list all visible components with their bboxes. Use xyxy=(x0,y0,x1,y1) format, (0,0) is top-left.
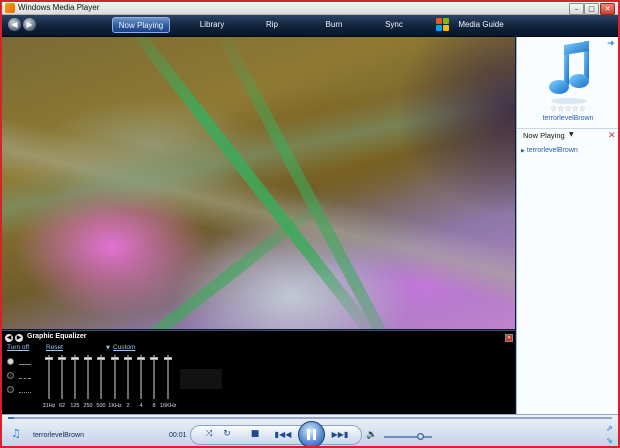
tab-rip[interactable]: Rip xyxy=(258,17,286,33)
now-playing-pane: ➜ ☆☆☆☆☆ terrorlevelBrown Now Playing ▼ ✕… xyxy=(516,37,618,414)
eq-previous-icon[interactable]: ◀ xyxy=(5,334,13,342)
tab-burn[interactable]: Burn xyxy=(318,17,350,33)
chevron-down-icon[interactable]: ▼ xyxy=(569,131,574,138)
viz-shadow xyxy=(395,37,515,217)
music-note-icon: ♫ xyxy=(11,427,21,440)
eq-slider[interactable] xyxy=(164,355,172,399)
divider xyxy=(517,128,618,129)
eq-slider[interactable] xyxy=(84,355,92,399)
forward-arrow-icon[interactable]: ▶ xyxy=(23,18,36,31)
preset-dropdown[interactable]: Custom xyxy=(113,344,135,351)
volume-thumb[interactable] xyxy=(417,433,424,440)
media-player-window: Windows Media Player – □ ✕ ◀ ▶ Now Playi… xyxy=(0,0,620,448)
seek-bar[interactable] xyxy=(8,417,612,419)
eq-mode-icon-2 xyxy=(19,372,31,379)
eq-slider[interactable] xyxy=(45,355,53,399)
repeat-icon[interactable]: ↻ xyxy=(221,428,233,441)
transport-bar: ♫ terrorlevelBrown 00:01 ⤨ ↻ ■ ▮◀◀ ▶▶▮ 🔉… xyxy=(2,414,618,446)
title-bar: Windows Media Player – □ ✕ xyxy=(2,2,618,15)
balance-area xyxy=(180,369,222,389)
chevron-down-icon[interactable]: ▼ xyxy=(106,345,110,351)
reset-link[interactable]: Reset xyxy=(46,344,63,351)
volume-slider[interactable] xyxy=(384,433,432,440)
eq-slider[interactable] xyxy=(111,355,119,399)
stop-icon[interactable]: ■ xyxy=(249,428,261,441)
back-arrow-icon[interactable]: ◀ xyxy=(8,18,21,31)
next-icon[interactable]: ▶▶▮ xyxy=(329,428,351,441)
rating-stars[interactable]: ☆☆☆☆☆ xyxy=(550,104,586,113)
playlist-item[interactable]: ▶ terrorlevelBrown xyxy=(521,147,578,154)
equalizer-title: Graphic Equalizer xyxy=(27,333,87,340)
close-button[interactable]: ✕ xyxy=(600,3,615,15)
arrow-right-icon[interactable]: ➜ xyxy=(607,39,615,49)
switch-to-skin-icon[interactable]: ⇗ xyxy=(606,424,613,433)
clear-list-icon[interactable]: ✕ xyxy=(608,131,616,141)
eq-slider[interactable] xyxy=(97,355,105,399)
artist-name[interactable]: terrorlevelBrown xyxy=(517,115,618,122)
seek-progress xyxy=(8,417,15,419)
visualization-area[interactable] xyxy=(2,37,515,329)
eq-slider[interactable] xyxy=(150,355,158,399)
playlist-label[interactable]: Now Playing xyxy=(523,131,565,140)
eq-slider[interactable] xyxy=(58,355,66,399)
pause-icon xyxy=(307,429,310,440)
previous-icon[interactable]: ▮◀◀ xyxy=(272,428,294,441)
tab-media-guide[interactable]: Media Guide xyxy=(455,17,507,33)
maximize-button[interactable]: □ xyxy=(584,3,599,15)
close-icon[interactable]: ✕ xyxy=(505,334,513,342)
turn-off-link[interactable]: Turn off xyxy=(7,344,29,351)
eq-mode-radio-1[interactable] xyxy=(7,358,14,365)
pause-button[interactable] xyxy=(298,421,325,446)
music-note-album-art-icon xyxy=(549,41,589,104)
play-indicator-icon: ▶ xyxy=(521,148,525,154)
pause-icon-bar xyxy=(313,429,316,440)
shuffle-icon[interactable]: ⤨ xyxy=(203,428,215,441)
elapsed-time: 00:01 xyxy=(169,432,187,439)
graphic-equalizer-panel: ◀ ▶ Graphic Equalizer ✕ Turn off Reset ▼… xyxy=(2,330,515,415)
app-icon xyxy=(5,3,15,13)
playlist-item-label: terrorlevelBrown xyxy=(526,147,578,154)
eq-slider[interactable] xyxy=(124,355,132,399)
eq-mode-icon-1 xyxy=(19,358,31,365)
eq-mode-radio-3[interactable] xyxy=(7,386,14,393)
minimize-button[interactable]: – xyxy=(569,3,584,15)
window-title: Windows Media Player xyxy=(18,3,100,12)
full-screen-icon[interactable]: ⇘ xyxy=(606,436,613,445)
track-name: terrorlevelBrown xyxy=(33,432,84,439)
eq-slider[interactable] xyxy=(71,355,79,399)
eq-slider[interactable] xyxy=(137,355,145,399)
eq-mode-radio-2[interactable] xyxy=(7,372,14,379)
windows-logo-icon xyxy=(436,18,450,32)
navigation-bar: ◀ ▶ Now Playing Library Rip Burn Sync Me… xyxy=(2,15,618,37)
eq-mode-icon-3 xyxy=(19,386,31,393)
eq-band-label: 16KHz xyxy=(160,403,177,409)
tab-now-playing[interactable]: Now Playing xyxy=(112,17,170,33)
tab-library[interactable]: Library xyxy=(194,17,230,33)
eq-next-icon[interactable]: ▶ xyxy=(15,334,23,342)
volume-icon[interactable]: 🔉 xyxy=(366,430,377,440)
tab-sync[interactable]: Sync xyxy=(379,17,409,33)
